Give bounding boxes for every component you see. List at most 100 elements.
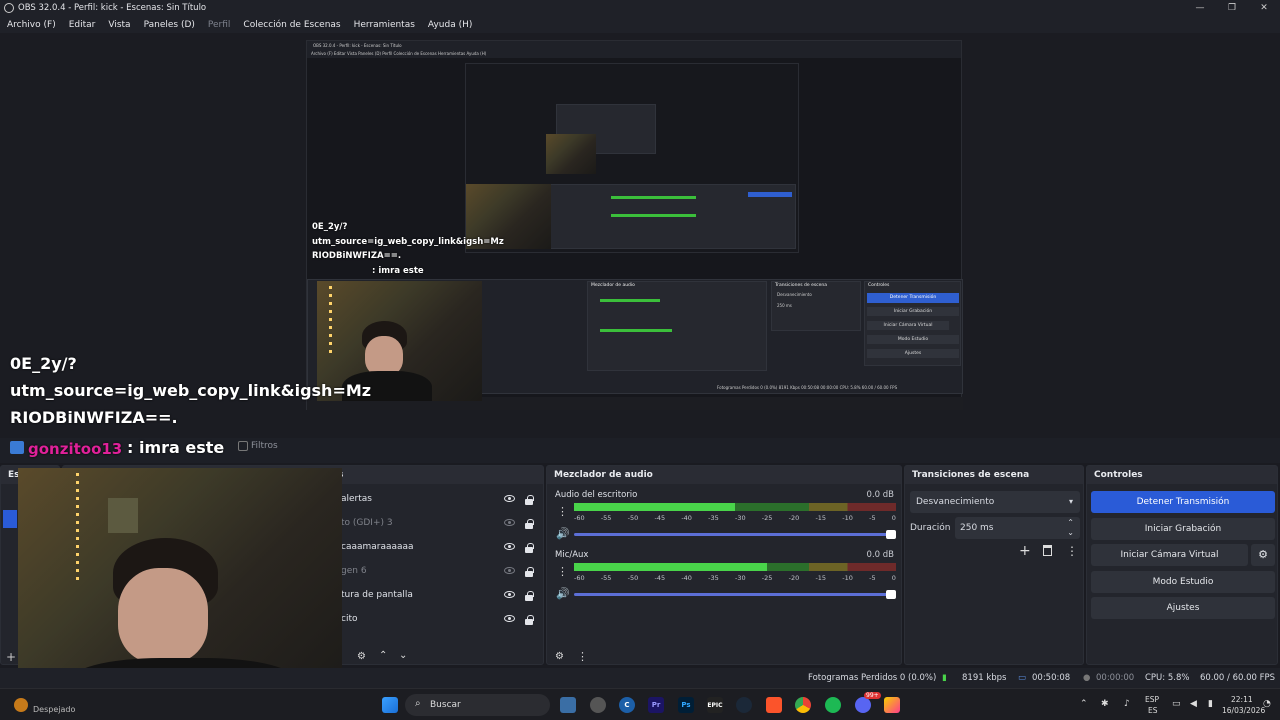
visibility-eye-icon[interactable]: [504, 591, 515, 598]
source-item[interactable]: alertas: [341, 488, 541, 510]
duration-spinbox[interactable]: 250 ms ⌃ ⌄: [955, 517, 1080, 539]
brave-icon[interactable]: [766, 697, 782, 713]
decrease-icon[interactable]: ⌄: [1067, 528, 1074, 537]
nested-virtualcam-button: Iniciar Cámara Virtual: [867, 321, 949, 330]
source-properties-icon[interactable]: ⚙: [357, 651, 366, 662]
show-hidden-icons-icon[interactable]: ⌃: [1080, 699, 1088, 709]
meter-tick-label: -35: [708, 514, 719, 522]
start-virtual-camera-button[interactable]: Iniciar Cámara Virtual: [1091, 544, 1248, 566]
settings-button[interactable]: Ajustes: [1091, 597, 1275, 619]
search-box[interactable]: ⌕ Buscar: [405, 694, 550, 716]
source-item[interactable]: tura de pantalla: [341, 584, 541, 606]
duration-label: Duración: [910, 523, 951, 533]
lock-icon[interactable]: [525, 543, 534, 553]
menu-edit[interactable]: Editar: [69, 20, 96, 30]
maximize-button[interactable]: ❐: [1216, 0, 1248, 16]
obs-taskbar-icon[interactable]: [590, 697, 606, 713]
app-icon[interactable]: [884, 697, 900, 713]
photoshop-icon[interactable]: Ps: [678, 697, 694, 713]
notifications-icon[interactable]: ◔: [1263, 699, 1271, 709]
nested-status: Fotogramas Perdidos 0 (0.0%) 8191 Kbps 0…: [717, 385, 898, 390]
mixer-channel-name: Mic/Aux: [555, 550, 589, 560]
visibility-eye-icon[interactable]: [504, 543, 515, 550]
channel-menu-icon[interactable]: ⋮: [557, 505, 568, 518]
record-icon: ●: [1083, 673, 1091, 683]
epic-games-icon[interactable]: EPIC: [707, 697, 723, 713]
menu-docks[interactable]: Paneles (D): [144, 20, 195, 30]
add-scene-button[interactable]: +: [6, 650, 16, 664]
speaker-icon[interactable]: 🔊: [556, 587, 570, 600]
filters-icon: [238, 441, 248, 451]
volume-slider-handle[interactable]: [886, 530, 896, 539]
volume-slider[interactable]: [574, 530, 896, 539]
studio-mode-button[interactable]: Modo Estudio: [1091, 571, 1275, 593]
start-icon[interactable]: [382, 697, 398, 713]
move-up-icon[interactable]: ⌃: [379, 650, 387, 661]
lock-icon[interactable]: [525, 567, 534, 577]
visibility-eye-icon[interactable]: [504, 519, 515, 526]
weather-icon[interactable]: [14, 698, 28, 712]
file-explorer-icon[interactable]: [560, 697, 576, 713]
bluetooth-icon[interactable]: ✱: [1101, 699, 1109, 709]
channel-menu-icon[interactable]: ⋮: [557, 565, 568, 578]
volume-slider[interactable]: [574, 590, 896, 599]
menu-tools[interactable]: Herramientas: [354, 20, 415, 30]
source-item[interactable]: to (GDI+) 3: [341, 512, 541, 534]
visibility-eye-icon[interactable]: [504, 495, 515, 502]
mixer-settings-icon[interactable]: ⚙: [555, 651, 564, 662]
menu-help[interactable]: Ayuda (H): [428, 20, 472, 30]
spotify-icon[interactable]: [825, 697, 841, 713]
source-item-label: gen 6: [341, 566, 367, 576]
search-icon: ⌕: [415, 698, 421, 709]
volume-icon[interactable]: ◀: [1190, 699, 1197, 709]
status-bar: Fotogramas Perdidos 0 (0.0%) ▮ 8191 kbps…: [0, 668, 1280, 688]
language-label[interactable]: ESP: [1145, 695, 1159, 704]
microphone-icon[interactable]: ♪: [1124, 699, 1130, 709]
lock-icon[interactable]: [525, 591, 534, 601]
transition-select[interactable]: Desvanecimiento ▾: [910, 491, 1080, 513]
menu-file[interactable]: Archivo (F): [7, 20, 56, 30]
premiere-icon[interactable]: Pr: [648, 697, 664, 713]
mixer-menu-icon[interactable]: ⋮: [577, 650, 588, 663]
nested-mixer-dock: Mezclador de audio: [587, 281, 767, 371]
capcut-icon[interactable]: C: [619, 697, 635, 713]
steam-icon[interactable]: [736, 697, 752, 713]
nested-inner-capture: [465, 63, 799, 253]
minimize-button[interactable]: —: [1184, 0, 1216, 16]
move-down-icon[interactable]: ⌄: [399, 650, 407, 661]
close-button[interactable]: ✕: [1248, 0, 1280, 16]
visibility-eye-icon[interactable]: [504, 615, 515, 622]
clock-time[interactable]: 22:11: [1231, 695, 1253, 704]
speaker-icon[interactable]: 🔊: [556, 527, 570, 540]
source-item[interactable]: caaamaraaaaaa: [341, 536, 541, 558]
volume-slider-handle[interactable]: [886, 590, 896, 599]
trash-icon[interactable]: [1043, 545, 1052, 556]
discord-icon[interactable]: [855, 697, 871, 713]
nested-obs-capture: OBS 32.0.4 - Perfil: kick - Escenas: Sin…: [306, 40, 963, 410]
lock-icon[interactable]: [525, 519, 534, 529]
stop-stream-button[interactable]: Detener Transmisión: [1091, 491, 1275, 513]
webcam-poster: [108, 498, 138, 533]
visibility-eye-icon[interactable]: [504, 567, 515, 574]
transition-menu-icon[interactable]: ⋮: [1066, 544, 1078, 558]
menu-view[interactable]: Vista: [108, 20, 130, 30]
menu-scene-collection[interactable]: Colección de Escenas: [243, 20, 340, 30]
add-transition-icon[interactable]: +: [1019, 543, 1031, 559]
lock-icon[interactable]: [525, 495, 534, 505]
audio-mixer-dock: Mezclador de audio Audio del escritorio 0…: [546, 465, 902, 665]
battery-icon[interactable]: ▮: [1208, 699, 1213, 709]
virtual-camera-settings-icon[interactable]: ⚙: [1251, 544, 1275, 566]
network-icon[interactable]: ▭: [1172, 699, 1181, 709]
start-recording-button[interactable]: Iniciar Grabación: [1091, 518, 1275, 540]
nested-meter-desktop: [600, 299, 660, 302]
nested-fade: Desvanecimiento: [777, 292, 812, 297]
nested-inner-stream-btn: [748, 192, 792, 197]
chrome-icon[interactable]: [795, 697, 811, 713]
source-item[interactable]: gen 6: [341, 560, 541, 582]
lock-icon[interactable]: [525, 615, 534, 625]
source-item[interactable]: cito: [341, 608, 541, 630]
scene-selected-item[interactable]: [3, 510, 17, 528]
menu-profile[interactable]: Perfil: [208, 20, 231, 30]
increase-icon[interactable]: ⌃: [1067, 518, 1074, 527]
filters-label[interactable]: Filtros: [251, 441, 278, 451]
